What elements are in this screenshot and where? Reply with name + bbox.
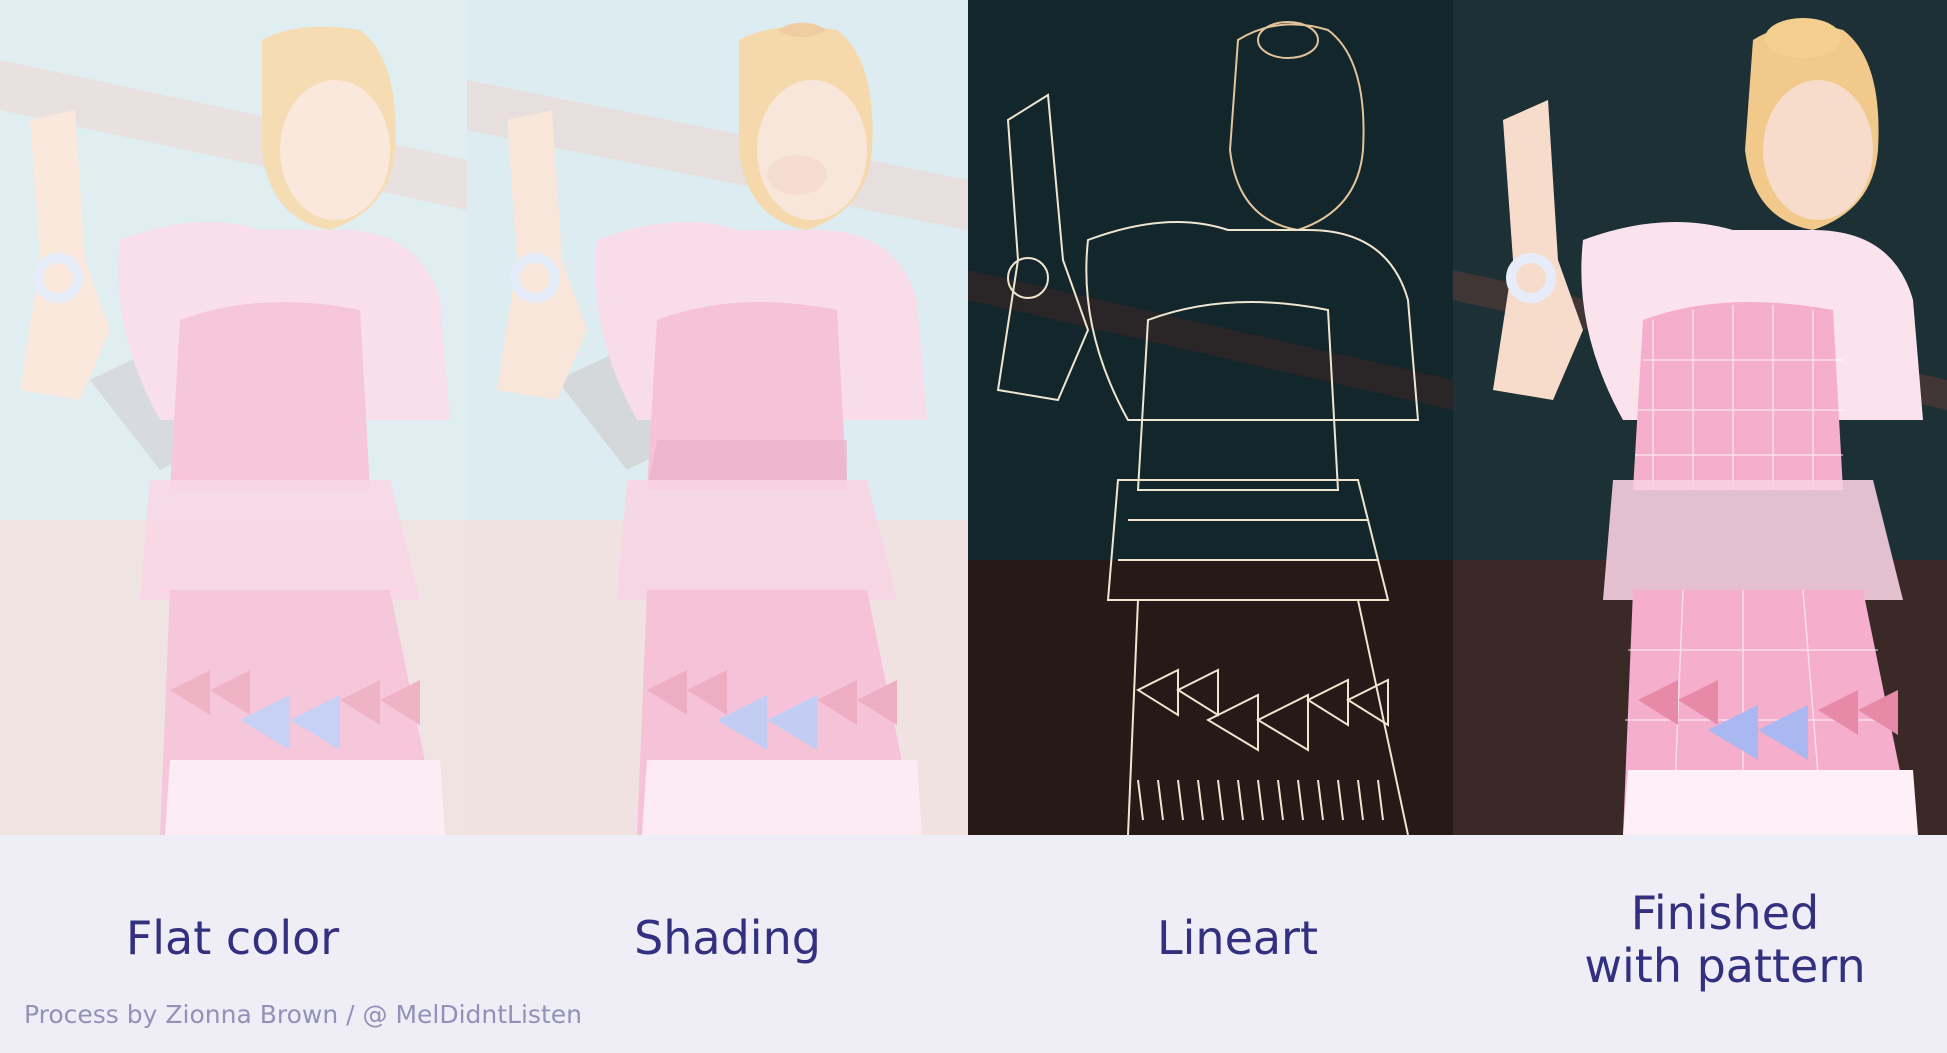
finished-illustration bbox=[1453, 0, 1947, 835]
caption-flat-color: Flat color bbox=[125, 911, 340, 965]
shading-panel bbox=[467, 0, 968, 835]
process-panels bbox=[0, 0, 1947, 835]
artist-credit: Process by Zionna Brown / @ MelDidntList… bbox=[24, 1000, 582, 1029]
caption-finished-line2: with pattern bbox=[1584, 938, 1866, 993]
caption-finished-line1: Finished bbox=[1630, 886, 1820, 940]
flat-color-illustration bbox=[0, 0, 467, 835]
caption-finished: Finished with pattern bbox=[1545, 887, 1905, 993]
caption-lineart: Lineart bbox=[1157, 911, 1318, 965]
lineart-panel bbox=[968, 0, 1453, 835]
shading-illustration bbox=[467, 0, 968, 835]
caption-shading: Shading bbox=[634, 911, 821, 965]
flat-color-panel bbox=[0, 0, 467, 835]
finished-panel bbox=[1453, 0, 1947, 835]
lineart-illustration bbox=[968, 0, 1453, 835]
